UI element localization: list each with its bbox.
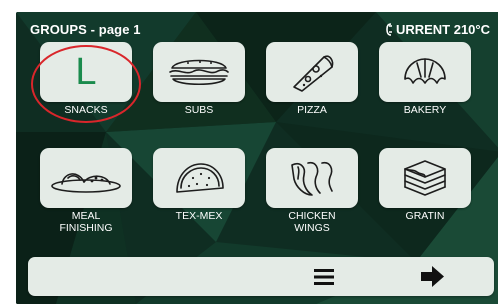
- group-tile-chicken-wings[interactable]: CHICKEN WINGS: [266, 148, 358, 234]
- group-tile-gratin[interactable]: GRATIN: [379, 148, 471, 222]
- tile-label-pizza: PIZZA: [297, 104, 327, 116]
- tile-label-gratin: GRATIN: [405, 210, 445, 222]
- tile-label-subs: SUBS: [184, 104, 214, 116]
- hamburger-menu-icon[interactable]: [311, 265, 337, 289]
- thermometer-icon: [386, 23, 392, 36]
- group-tile-subs[interactable]: SUBS: [153, 42, 245, 116]
- tile-label-chicken-wings-line-1: CHICKEN: [288, 210, 336, 222]
- tile-button-subs[interactable]: [153, 42, 245, 102]
- tile-button-bakery[interactable]: [379, 42, 471, 102]
- bottom-navigation-bar: [28, 257, 494, 296]
- chicken-wings-icon: [291, 161, 333, 196]
- oven-screen: GROUPS - page 1 URRENT 210°C L SNACKS SU…: [16, 12, 498, 304]
- tile-button-chicken-wings[interactable]: [266, 148, 358, 208]
- tile-label-meal-finishing-line-1: MEAL: [71, 210, 101, 222]
- group-tile-bakery[interactable]: BAKERY: [379, 42, 471, 116]
- tile-button-pizza[interactable]: [266, 42, 358, 102]
- group-tile-snacks[interactable]: L SNACKS: [40, 42, 132, 116]
- sandwich-icon: [169, 59, 229, 86]
- temperature-status: URRENT 210°C: [385, 22, 490, 37]
- taco-icon: [176, 163, 224, 193]
- tile-label-chicken-wings-line-2: WINGS: [294, 222, 330, 234]
- pizza-slice-icon: [293, 55, 334, 92]
- group-tile-meal-finishing[interactable]: MEAL FINISHING: [40, 148, 132, 234]
- temperature-status-text: URRENT 210°C: [395, 22, 490, 37]
- group-tile-pizza[interactable]: PIZZA: [266, 42, 358, 116]
- tile-label-bakery: BAKERY: [403, 104, 447, 116]
- tile-button-tex-mex[interactable]: [153, 148, 245, 208]
- tile-button-gratin[interactable]: [379, 148, 471, 208]
- plated-meal-icon: [51, 173, 121, 193]
- tile-label-meal-finishing-line-2: FINISHING: [59, 222, 113, 234]
- tile-label-snacks: SNACKS: [64, 104, 108, 116]
- tile-label-tex-mex: TEX-MEX: [175, 210, 223, 222]
- tile-button-snacks[interactable]: L: [40, 42, 132, 102]
- tile-button-meal-finishing[interactable]: [40, 148, 132, 208]
- right-arrow-icon[interactable]: [418, 264, 446, 289]
- tile-label-chicken-wings: CHICKEN WINGS: [266, 210, 358, 234]
- lasagna-icon: [404, 160, 446, 196]
- croissant-icon: [404, 58, 446, 84]
- page-title: GROUPS - page 1: [30, 22, 141, 37]
- tile-label-meal-finishing: MEAL FINISHING: [40, 210, 132, 234]
- group-tile-tex-mex[interactable]: TEX-MEX: [153, 148, 245, 222]
- letter-l-icon: L: [75, 51, 97, 93]
